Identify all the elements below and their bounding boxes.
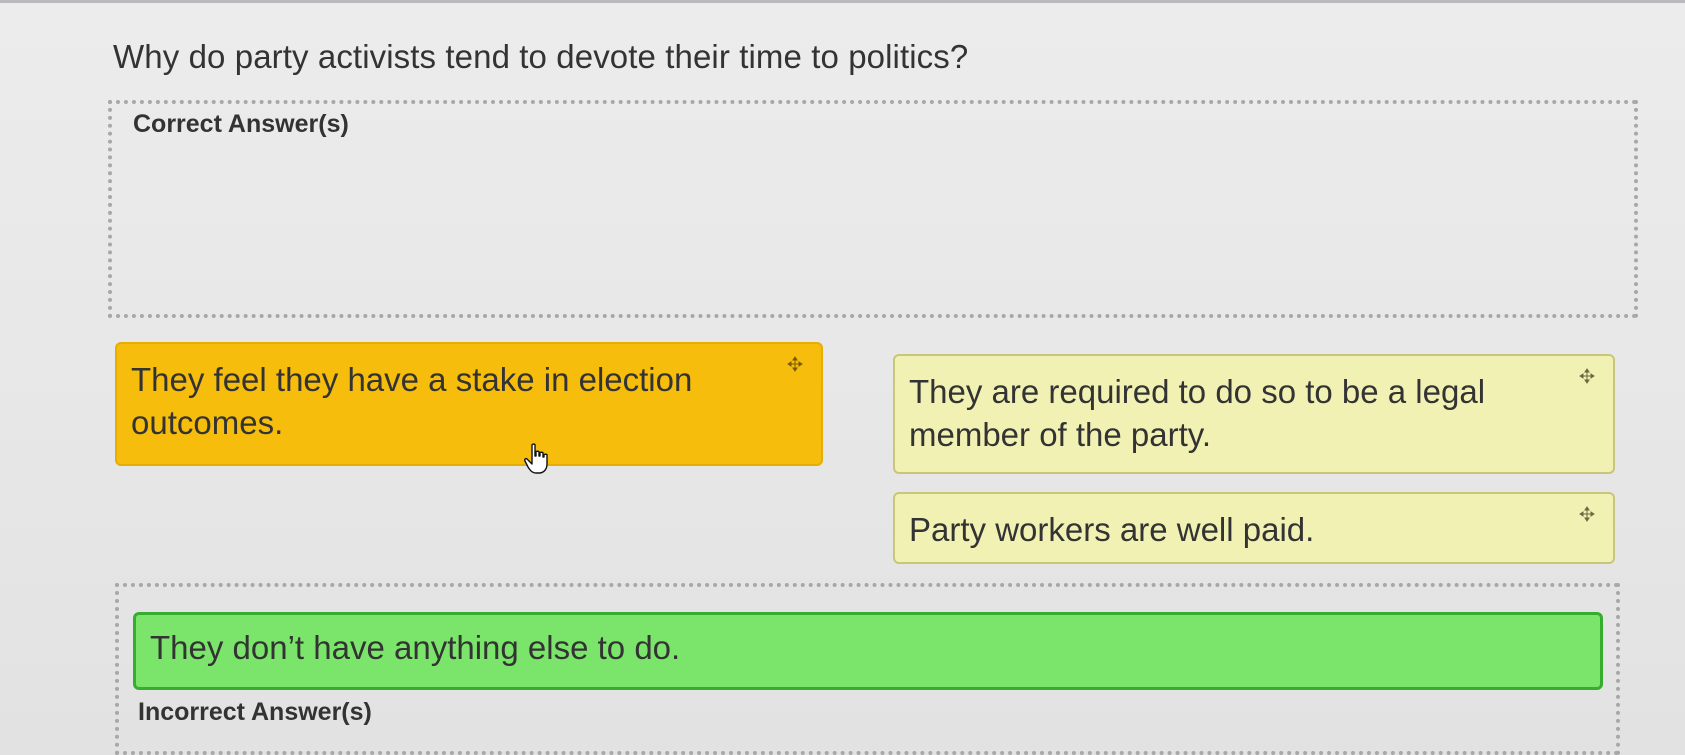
answer-card-nothing-else-to-do[interactable]: They don’t have anything else to do.	[133, 612, 1603, 690]
move-icon[interactable]	[1579, 368, 1595, 384]
answer-text: Party workers are well paid.	[909, 511, 1315, 548]
answer-text: They are required to do so to be a legal…	[909, 373, 1486, 453]
answer-text: They don’t have anything else to do.	[150, 629, 681, 666]
move-icon[interactable]	[1579, 506, 1595, 522]
answer-card-well-paid[interactable]: Party workers are well paid.	[893, 492, 1615, 564]
top-bar-strip	[0, 0, 1685, 3]
move-icon[interactable]	[787, 356, 803, 372]
incorrect-answers-label: Incorrect Answer(s)	[138, 698, 372, 726]
hand-pointer-icon	[524, 443, 548, 474]
answer-card-required-legal-member[interactable]: They are required to do so to be a legal…	[893, 354, 1615, 474]
correct-answers-label: Correct Answer(s)	[133, 110, 349, 138]
question-title: Why do party activists tend to devote th…	[113, 38, 969, 75]
answer-card-stake-in-election[interactable]: They feel they have a stake in election …	[115, 342, 823, 466]
answer-text: They feel they have a stake in election …	[131, 361, 693, 441]
